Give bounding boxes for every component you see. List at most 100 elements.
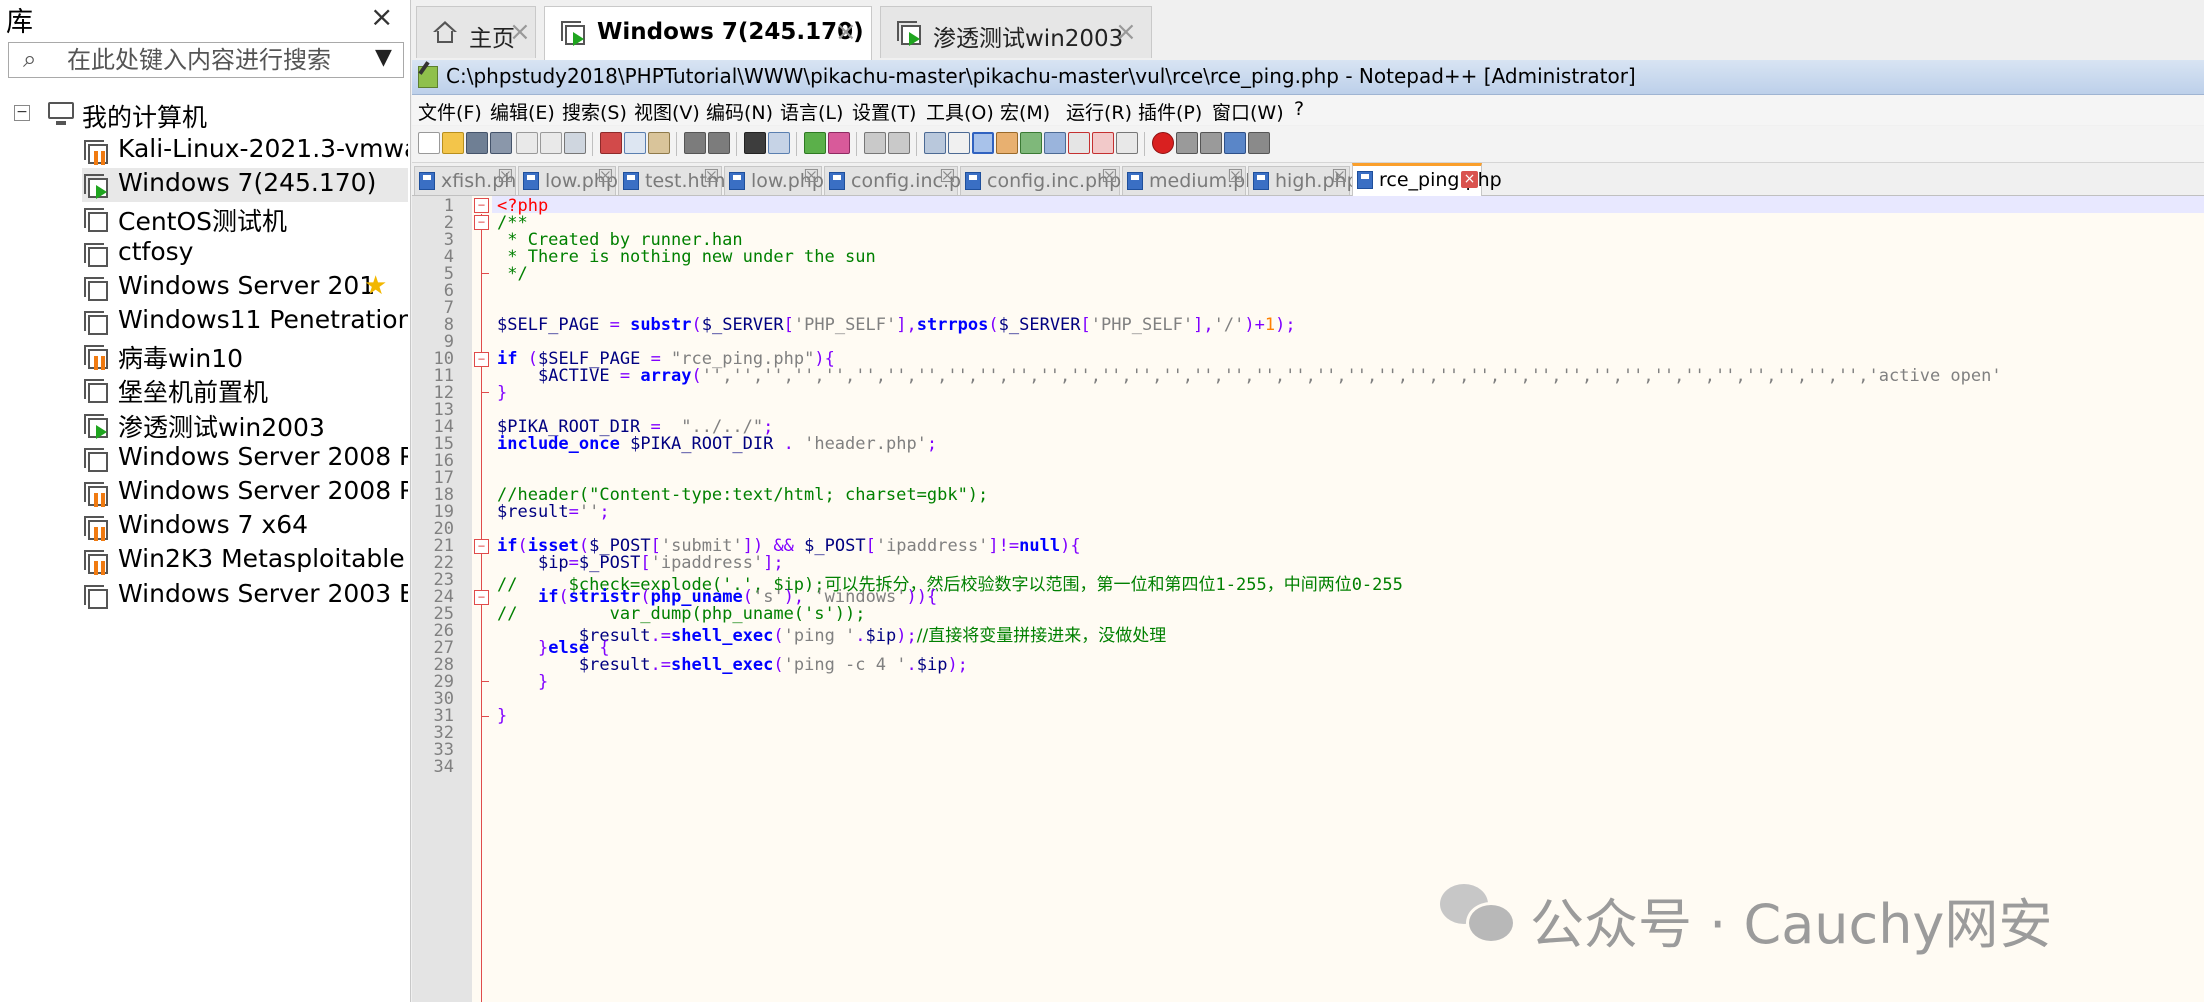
favorite-star-icon[interactable]: ★	[364, 271, 387, 301]
menu-run[interactable]: 运行(R)	[1066, 98, 1132, 125]
word-wrap-icon[interactable]	[924, 132, 946, 154]
cut-icon[interactable]	[600, 132, 622, 154]
vm-name: 渗透测试win2003	[118, 412, 325, 442]
file-tab[interactable]: low.php ☒	[724, 166, 824, 195]
vm-list-item[interactable]: Kali-Linux-2021.3-vmware	[82, 134, 408, 168]
close-all-icon[interactable]	[540, 132, 562, 154]
save-icon[interactable]	[466, 132, 488, 154]
replace-icon[interactable]	[768, 132, 790, 154]
vm-list-item[interactable]: Windows Server 201 ★	[82, 271, 408, 305]
folder-workspace-icon[interactable]	[1092, 132, 1114, 154]
function-list-icon[interactable]	[1068, 132, 1090, 154]
show-all-chars-icon[interactable]	[948, 132, 970, 154]
close-file-tab-icon[interactable]: ×	[1461, 171, 1478, 188]
vm-list-item[interactable]: Windows11 Penetration S	[82, 305, 408, 339]
record-macro-icon[interactable]	[1152, 132, 1174, 154]
file-tab[interactable]: config.inc.php.bak ☒	[960, 166, 1162, 195]
file-tab[interactable]: test.html ☒	[618, 166, 731, 195]
doc-map-icon[interactable]	[1020, 132, 1042, 154]
file-tab-active[interactable]: rce_ping.php ×	[1352, 163, 1502, 196]
library-close-icon[interactable]: ×	[370, 0, 393, 33]
vm-tab-bar: 主页 × Windows 7(245.170) × 渗透测试win2003 ×	[412, 0, 2204, 60]
fold-collapse-icon[interactable]: −	[474, 590, 489, 605]
sync-vertical-icon[interactable]	[864, 132, 886, 154]
library-search-box[interactable]: ⌕ ▼	[8, 42, 404, 78]
file-tab[interactable]: xfish.php ☒	[414, 166, 528, 195]
file-tab[interactable]: low.php ☒	[518, 166, 618, 195]
search-dropdown-icon[interactable]: ▼	[375, 45, 392, 70]
menu-view[interactable]: 视图(V)	[634, 98, 700, 125]
vm-list-item[interactable]: ctfosy	[82, 237, 408, 271]
vm-tab-home[interactable]: 主页 ×	[416, 6, 536, 58]
fold-collapse-icon[interactable]: −	[474, 539, 489, 554]
vm-tab-windows7[interactable]: Windows 7(245.170) ×	[544, 6, 872, 60]
menu-plugins[interactable]: 插件(P)	[1138, 98, 1202, 125]
menu-file[interactable]: 文件(F)	[418, 98, 482, 125]
vm-list-item[interactable]: 渗透测试win2003	[82, 408, 408, 442]
menu-macro[interactable]: 宏(M)	[1000, 98, 1050, 125]
menu-language[interactable]: 语言(L)	[780, 98, 843, 125]
fold-collapse-icon[interactable]: −	[474, 352, 489, 367]
file-tab-label: xfish.php	[441, 170, 529, 192]
file-saved-icon	[729, 172, 745, 190]
stop-macro-icon[interactable]	[1176, 132, 1198, 154]
close-file-tab-icon[interactable]: ☒	[597, 168, 614, 186]
close-file-tab-icon[interactable]: ☒	[1331, 168, 1348, 186]
save-macro-icon[interactable]	[1248, 132, 1270, 154]
vm-list-item[interactable]: Windows Server 2008 R2	[82, 442, 408, 476]
menu-search[interactable]: 搜索(S)	[562, 98, 627, 125]
close-file-tab-icon[interactable]: ☒	[703, 168, 720, 186]
menu-encoding[interactable]: 编码(N)	[706, 98, 773, 125]
close-file-tab-icon[interactable]: ☒	[1101, 168, 1118, 186]
fold-collapse-icon[interactable]: −	[474, 198, 489, 213]
vm-list-item[interactable]: Windows Server 2003 Ent	[82, 579, 408, 613]
close-file-tab-icon[interactable]: ☒	[803, 168, 820, 186]
print-icon[interactable]	[564, 132, 586, 154]
file-tab[interactable]: medium.php ☒	[1122, 166, 1269, 195]
close-tab-icon[interactable]: ×	[835, 17, 857, 47]
undo-icon[interactable]	[684, 132, 706, 154]
copy-icon[interactable]	[624, 132, 646, 154]
vm-tab-win2003[interactable]: 渗透测试win2003 ×	[880, 6, 1152, 58]
zoom-out-icon[interactable]	[828, 132, 850, 154]
monitoring-icon[interactable]	[1116, 132, 1138, 154]
doc-list-icon[interactable]	[1044, 132, 1066, 154]
zoom-in-icon[interactable]	[804, 132, 826, 154]
file-tab[interactable]: config.inc.php ☒	[824, 166, 985, 195]
file-saved-icon	[623, 172, 639, 190]
redo-icon[interactable]	[708, 132, 730, 154]
menu-help[interactable]: ?	[1294, 98, 1304, 120]
close-file-tab-icon[interactable]: ☒	[939, 168, 956, 186]
close-file-tab-icon[interactable]: ☒	[1227, 168, 1244, 186]
save-all-icon[interactable]	[490, 132, 512, 154]
close-tab-icon[interactable]: ×	[509, 17, 531, 47]
menu-settings[interactable]: 设置(T)	[852, 98, 916, 125]
collapse-icon[interactable]: −	[14, 105, 30, 121]
vm-name: 堡垒机前置机	[118, 378, 269, 408]
vm-list-item[interactable]: Win2K3 Metasploitable	[82, 544, 408, 578]
open-folder-icon[interactable]	[442, 132, 464, 154]
play-macro-icon[interactable]	[1200, 132, 1222, 154]
udl-icon[interactable]	[996, 132, 1018, 154]
close-file-icon[interactable]	[516, 132, 538, 154]
file-tab[interactable]: high.php ☒	[1248, 166, 1359, 195]
vm-list-item[interactable]: Windows 7 x64	[82, 510, 408, 544]
sync-horizontal-icon[interactable]	[888, 132, 910, 154]
paste-icon[interactable]	[648, 132, 670, 154]
vm-list-item[interactable]: 病毒win10	[82, 339, 408, 373]
find-icon[interactable]	[744, 132, 766, 154]
indent-guide-icon[interactable]	[972, 132, 994, 154]
menu-window[interactable]: 窗口(W)	[1212, 98, 1284, 125]
run-macro-multiple-icon[interactable]	[1224, 132, 1246, 154]
fold-collapse-icon[interactable]: −	[474, 215, 489, 230]
vm-list-item[interactable]: Windows Server 2008 R2	[82, 476, 408, 510]
vm-list-item[interactable]: CentOS测试机	[82, 202, 408, 236]
vm-list-item[interactable]: Windows 7(245.170)	[82, 168, 408, 203]
new-file-icon[interactable]	[418, 132, 440, 154]
menu-tools[interactable]: 工具(O)	[926, 98, 994, 125]
vm-list-item[interactable]: 堡垒机前置机	[82, 373, 408, 407]
close-tab-icon[interactable]: ×	[1115, 17, 1137, 47]
menu-edit[interactable]: 编辑(E)	[490, 98, 555, 125]
close-file-tab-icon[interactable]: ☒	[497, 168, 514, 186]
library-search-input[interactable]	[67, 45, 367, 75]
